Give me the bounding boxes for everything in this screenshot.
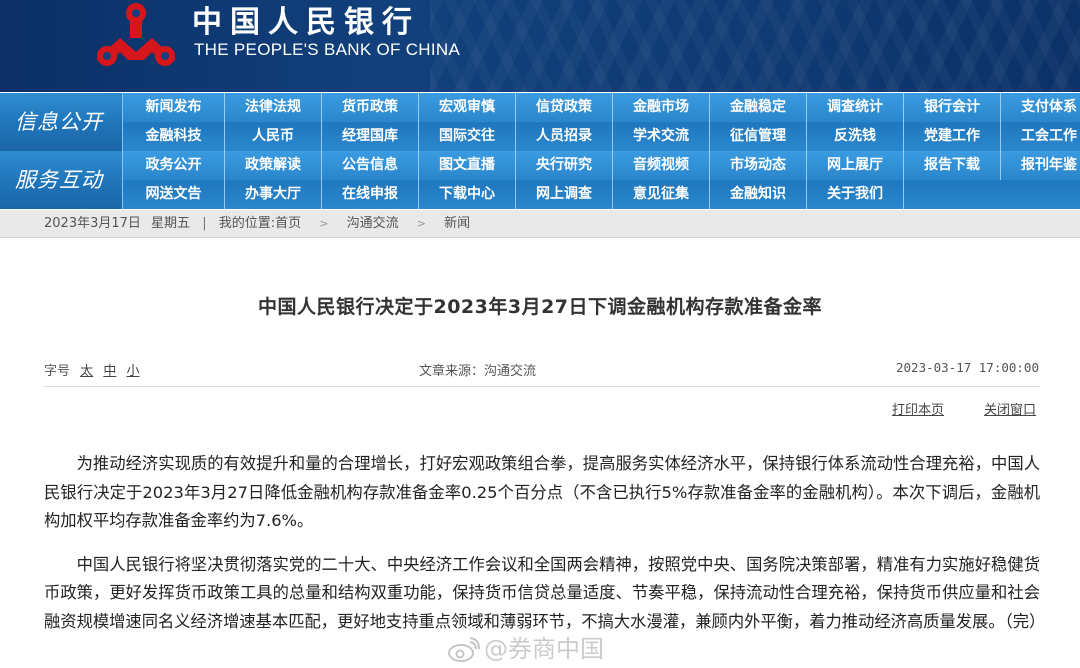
nav-item[interactable]: 人员招录 (516, 122, 613, 151)
nav-item[interactable]: 在线申报 (322, 180, 419, 209)
watermark: @券商中国 (446, 632, 604, 666)
divider (44, 386, 1040, 387)
nav-item[interactable]: 意见征集 (613, 180, 710, 209)
article-paragraph: 为推动经济实现质的有效提升和量的合理增长，打好宏观政策组合拳，提高服务实体经济水… (44, 454, 1040, 530)
breadcrumb-link-news[interactable]: 新闻 (444, 210, 470, 238)
bank-name-cn[interactable]: 中国人民银行 (192, 6, 420, 40)
current-weekday: 星期五 (151, 216, 191, 231)
nav-section-label-info: 信息公开 (0, 93, 122, 151)
site-header: 中国人民银行 THE PEOPLE'S BANK OF CHINA (0, 0, 1080, 92)
nav-item[interactable]: 银行会计 (904, 93, 1001, 122)
nav-item[interactable]: 党建工作 (904, 122, 1001, 151)
nav-item[interactable]: 经理国库 (322, 122, 419, 151)
article-paragraph: 中国人民银行将坚决贯彻落实党的二十大、中央经济工作会议和全国两会精神，按照党中央… (44, 554, 1046, 631)
nav-item[interactable]: 央行研究 (516, 151, 613, 180)
nav-info-items: 新闻发布 法律法规 货币政策 宏观审慎 信贷政策 金融市场 金融稳定 调查统计 … (122, 93, 1080, 151)
header-texture (430, 0, 1080, 92)
article-body: 为推动经济实现质的有效提升和量的合理增长，打好宏观政策组合拳，提高服务实体经济水… (44, 450, 1046, 651)
font-size-small-button[interactable]: 小 (126, 364, 139, 379)
nav-item[interactable]: 办事大厅 (225, 180, 322, 209)
nav-item[interactable]: 政务公开 (123, 151, 225, 180)
breadcrumb-home-link[interactable]: 我的位置:首页 (219, 210, 301, 238)
nav-item[interactable]: 关于我们 (807, 180, 904, 209)
chevron-right-icon: > (416, 217, 426, 230)
nav-item[interactable]: 政策解读 (225, 151, 322, 180)
nav-item[interactable]: 下载中心 (419, 180, 516, 209)
nav-item[interactable]: 新闻发布 (123, 93, 225, 122)
nav-item[interactable]: 信贷政策 (516, 93, 613, 122)
nav-item[interactable]: 网上展厅 (807, 151, 904, 180)
current-date: 2023年3月17日 (44, 216, 141, 231)
close-window-link[interactable]: 关闭窗口 (984, 399, 1036, 418)
nav-item[interactable]: 报告下载 (904, 151, 1001, 180)
font-size-label: 字号 (44, 364, 71, 379)
breadcrumb-link-comm[interactable]: 沟通交流 (347, 210, 399, 238)
nav-item[interactable]: 支付体系 (1001, 93, 1080, 122)
article-meta: 字号 太 中 小 文章来源：沟通交流 2023-03-17 17:00:00 (0, 358, 1080, 380)
nav-item[interactable]: 反洗钱 (807, 122, 904, 151)
nav-item[interactable]: 金融稳定 (710, 93, 807, 122)
nav-item[interactable]: 金融知识 (710, 180, 807, 209)
nav-item[interactable]: 报刊年鉴 (1001, 151, 1080, 180)
nav-item[interactable]: 人民币 (225, 122, 322, 151)
nav-service-items: 政务公开 政策解读 公告信息 图文直播 央行研究 音频视频 市场动态 网上展厅 … (122, 151, 1080, 209)
publish-time: 2023-03-17 17:00:00 (896, 360, 1039, 375)
nav-service-section: 服务互动 政务公开 政策解读 公告信息 图文直播 央行研究 音频视频 市场动态 … (0, 151, 1080, 209)
font-size-control: 字号 太 中 小 (44, 360, 139, 379)
article-source: 文章来源：沟通交流 (419, 364, 537, 379)
nav-item[interactable]: 图文直播 (419, 151, 516, 180)
print-page-link[interactable]: 打印本页 (892, 399, 944, 418)
nav-item[interactable]: 调查统计 (807, 93, 904, 122)
nav-item[interactable]: 学术交流 (613, 122, 710, 151)
article-title: 中国人民银行决定于2023年3月27日下调金融机构存款准备金率 (257, 296, 823, 318)
nav-info-row-2: 金融科技 人民币 经理国库 国际交往 人员招录 学术交流 征信管理 反洗钱 党建… (123, 122, 1080, 151)
weibo-icon (448, 637, 480, 662)
font-size-medium-button[interactable]: 中 (103, 364, 116, 379)
nav-item[interactable]: 网上调查 (516, 180, 613, 209)
nav-item[interactable]: 金融市场 (613, 93, 710, 122)
nav-info-row-1: 新闻发布 法律法规 货币政策 宏观审慎 信贷政策 金融市场 金融稳定 调查统计 … (123, 93, 1080, 122)
nav-service-row-1: 政务公开 政策解读 公告信息 图文直播 央行研究 音频视频 市场动态 网上展厅 … (123, 151, 1080, 180)
nav-info-section: 信息公开 新闻发布 法律法规 货币政策 宏观审慎 信贷政策 金融市场 金融稳定 … (0, 93, 1080, 151)
nav-item[interactable]: 音频视频 (613, 151, 710, 180)
bank-name-en: THE PEOPLE'S BANK OF CHINA (194, 40, 461, 59)
nav-item[interactable]: 法律法规 (225, 93, 322, 122)
nav-section-label-service: 服务互动 (0, 151, 122, 209)
nav-item[interactable]: 宏观审慎 (419, 93, 516, 122)
nav-service-row-2: 网送文告 办事大厅 在线申报 下载中心 网上调查 意见征集 金融知识 关于我们 (123, 180, 1080, 209)
nav-item[interactable]: 市场动态 (710, 151, 807, 180)
watermark-text: @券商中国 (484, 635, 604, 663)
nav-item[interactable]: 网送文告 (123, 180, 225, 209)
nav-item[interactable]: 货币政策 (322, 93, 419, 122)
chevron-right-icon: > (319, 217, 329, 230)
pboc-logo-icon[interactable] (90, 0, 182, 70)
breadcrumb-separator: | (202, 216, 207, 231)
nav-item[interactable]: 征信管理 (710, 122, 807, 151)
nav-item[interactable]: 金融科技 (123, 122, 225, 151)
breadcrumb: 2023年3月17日 星期五 | 我的位置:首页 > 沟通交流 > 新闻 (0, 210, 1080, 238)
nav-item[interactable]: 国际交往 (419, 122, 516, 151)
nav-item[interactable]: 工会工作 (1001, 122, 1080, 151)
font-size-large-button[interactable]: 太 (80, 364, 93, 379)
nav-item[interactable]: 公告信息 (322, 151, 419, 180)
